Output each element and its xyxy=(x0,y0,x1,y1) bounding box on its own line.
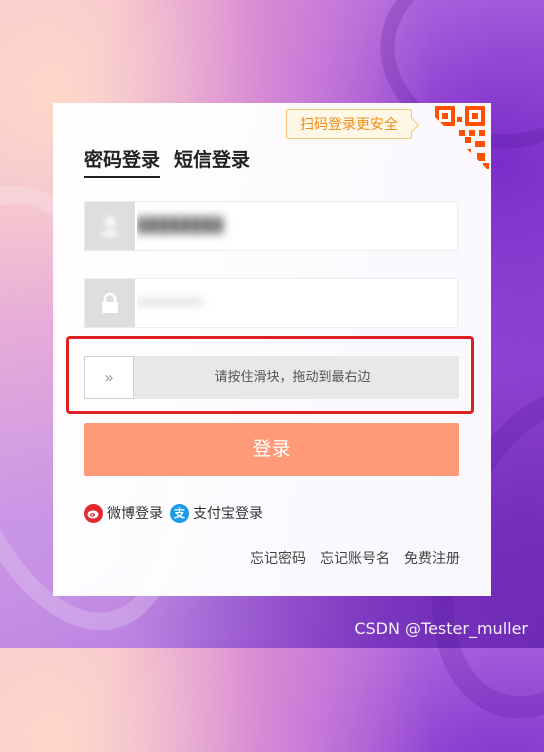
weibo-login-label: 微博登录 xyxy=(107,506,163,522)
lock-icon xyxy=(85,279,135,327)
tab-sms-login[interactable]: 短信登录 xyxy=(174,145,250,178)
qr-code-icon xyxy=(435,106,489,169)
watermark: CSDN @Tester_muller xyxy=(354,619,528,638)
login-button[interactable]: 登录 xyxy=(84,423,459,476)
alipay-login-link[interactable]: 支 支付宝登录 xyxy=(170,503,263,523)
weibo-login-link[interactable]: 微博登录 xyxy=(84,503,163,523)
weibo-icon xyxy=(84,503,103,523)
username-field[interactable]: ████████ xyxy=(84,201,458,251)
qr-login-prompt[interactable]: 扫码登录更安全 xyxy=(286,109,412,139)
user-icon xyxy=(85,202,135,250)
account-links: 忘记密码 忘记账号名 免费注册 xyxy=(250,548,460,568)
social-login: 微博登录 支 支付宝登录 xyxy=(84,503,270,523)
password-field[interactable]: •••••••• xyxy=(84,278,458,328)
login-card: 扫码登录更安全 密码登录 短信登录 ████████ •••••••• » 请按… xyxy=(53,103,491,596)
slider-instruction: 请按住滑块，拖动到最右边 xyxy=(214,370,371,385)
forgot-password-link[interactable]: 忘记密码 xyxy=(250,548,306,568)
slider-captcha: » 请按住滑块，拖动到最右边 xyxy=(84,356,459,399)
login-tabs: 密码登录 短信登录 xyxy=(84,145,250,178)
forgot-account-link[interactable]: 忘记账号名 xyxy=(320,548,390,568)
slider-handle[interactable]: » xyxy=(84,356,134,399)
qr-login-toggle[interactable] xyxy=(421,103,491,173)
register-link[interactable]: 免费注册 xyxy=(404,548,460,568)
alipay-icon: 支 xyxy=(170,503,189,523)
username-value: ████████ xyxy=(137,218,224,234)
alipay-login-label: 支付宝登录 xyxy=(193,506,263,522)
password-value: •••••••• xyxy=(137,295,204,311)
tab-password-login[interactable]: 密码登录 xyxy=(84,145,161,178)
